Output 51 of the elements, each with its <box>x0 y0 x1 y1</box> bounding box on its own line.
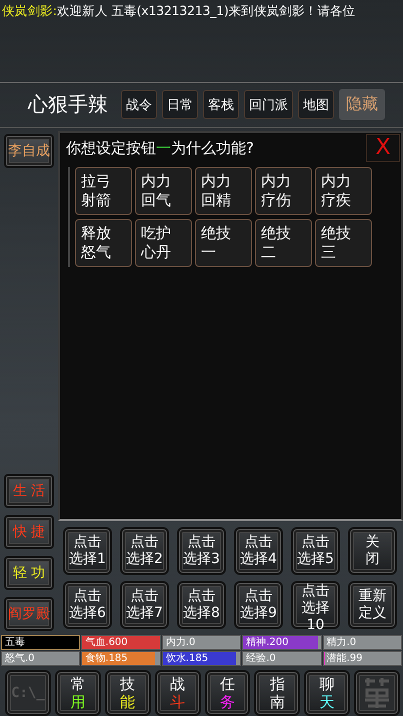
menu-button[interactable]: 聊 天 <box>304 670 350 716</box>
menu-button[interactable]: 任 务 <box>204 670 250 716</box>
broadcast-message: 侠岚剑影:欢迎新人 五毒(x13213213_1)来到侠岚剑影！请各位 <box>1 2 356 20</box>
slot-button[interactable]: 点击 选择1 <box>63 526 112 575</box>
function-option[interactable]: 绝技 三 <box>315 218 372 267</box>
seal-button[interactable] <box>354 670 400 716</box>
function-option[interactable]: 吃护 心丹 <box>135 218 192 267</box>
slot-button[interactable]: 重新 定义 <box>348 580 397 629</box>
stat-bar: 精力.0 <box>322 635 402 650</box>
menu-button[interactable]: 战 斗 <box>154 670 200 716</box>
hide-button[interactable]: 隐藏 <box>339 89 385 120</box>
slot-button[interactable]: 点击 选择10 <box>291 580 340 629</box>
slot-button[interactable]: 点击 选择6 <box>63 580 112 629</box>
header-tab[interactable]: 战令 <box>121 90 157 120</box>
menu-button[interactable]: 技 能 <box>104 670 151 716</box>
character-title: 心狠手辣 <box>28 91 108 118</box>
slot-button[interactable]: 关 闭 <box>348 526 397 575</box>
header-tab[interactable]: 客栈 <box>203 90 239 120</box>
function-option[interactable]: 拉弓 射箭 <box>75 166 132 215</box>
menu-button[interactable]: 指 南 <box>254 670 300 716</box>
function-option[interactable]: 绝技 二 <box>255 218 312 267</box>
menu-button[interactable]: 常 用 <box>54 670 101 716</box>
stat-bar: 饮水.185 <box>162 651 242 666</box>
slot-button[interactable]: 点击 选择4 <box>234 526 283 575</box>
slot-button[interactable]: 点击 选择7 <box>120 580 169 629</box>
function-option[interactable]: 绝技 一 <box>195 218 252 267</box>
header-tab[interactable]: 地图 <box>298 90 334 120</box>
header-tab[interactable]: 回门派 <box>244 90 293 120</box>
stat-bar: 内力.0 <box>162 635 242 650</box>
slot-button[interactable]: 点击 选择2 <box>120 526 169 575</box>
function-option[interactable]: 释放 怒气 <box>75 218 132 267</box>
stat-bar: 怒气.0 <box>1 651 80 666</box>
stat-bar: 食物.185 <box>81 651 161 666</box>
close-button[interactable]: X <box>366 134 400 162</box>
player-name: 五毒 <box>1 635 80 650</box>
slot-button[interactable]: 点击 选择8 <box>177 580 226 629</box>
stat-bar: 精神.200 <box>242 635 322 650</box>
dialog-question: 你想设定按钮一为什么功能? <box>65 138 254 158</box>
function-option[interactable]: 内力 回精 <box>195 166 252 215</box>
function-option[interactable]: 内力 回气 <box>135 166 192 215</box>
stat-bar: 气血.600 <box>81 635 161 650</box>
stat-bar: 经验.0 <box>242 651 322 666</box>
header-tab[interactable]: 日常 <box>162 90 198 120</box>
slot-button[interactable]: 点击 选择3 <box>177 526 226 575</box>
npc-button[interactable]: 李自成 <box>4 134 54 168</box>
side-button[interactable]: 轻 功 <box>4 556 54 590</box>
function-option[interactable]: 内力 疗疾 <box>315 166 372 215</box>
slot-button[interactable]: 点击 选择5 <box>291 526 340 575</box>
function-option[interactable]: 内力 疗伤 <box>255 166 312 215</box>
slot-button[interactable]: 点击 选择9 <box>234 580 283 629</box>
stat-bar: 潜能.99 <box>322 651 402 666</box>
